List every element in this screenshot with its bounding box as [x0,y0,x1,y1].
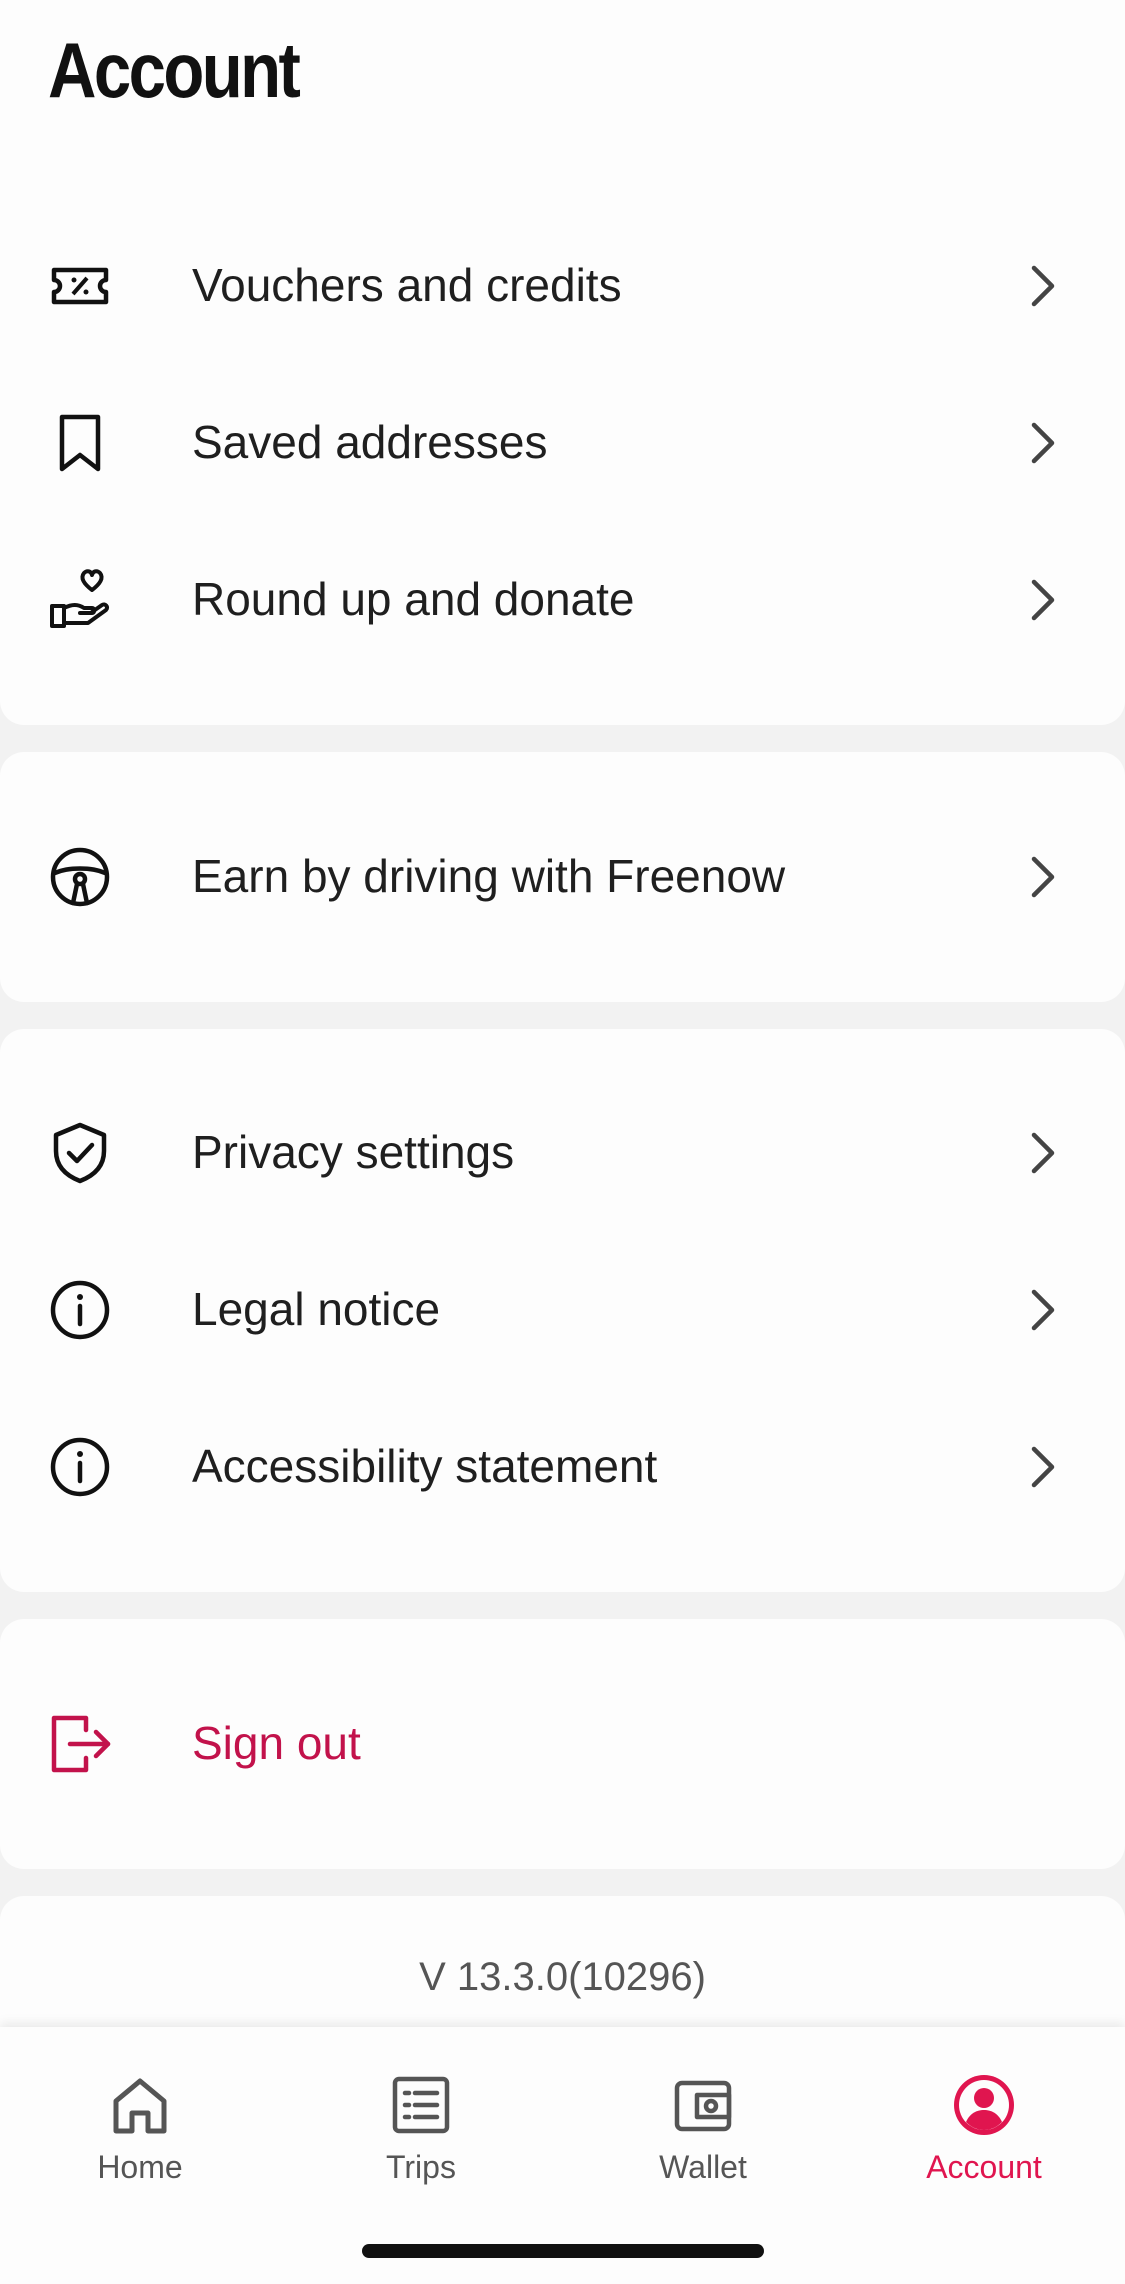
nav-trips[interactable]: Trips [321,2045,521,2195]
menu-item-label: Saved addresses [192,416,548,468]
menu-item-label: Round up and donate [192,573,635,625]
header: Account [0,0,1125,170]
wallet-icon [674,2080,732,2132]
nav-label: Account [926,2149,1042,2185]
menu-item-vouchers[interactable]: Vouchers and credits [0,207,1125,364]
sign-out-label: Sign out [192,1717,361,1769]
home-indicator [362,2244,764,2258]
menu-item-round-up-donate[interactable]: Round up and donate [0,521,1125,678]
menu-item-legal-notice[interactable]: Legal notice [0,1231,1125,1388]
session-section: Sign out [0,1619,1125,1869]
menu-item-label: Accessibility statement [192,1440,658,1492]
chevron-right-icon [1031,1132,1055,1174]
chevron-right-icon [1031,1446,1055,1488]
chevron-right-icon [1031,1289,1055,1331]
page-title: Account [48,26,301,114]
donate-hand-heart-icon [50,569,110,628]
legal-section: Privacy settings Legal notice Accessibil… [0,1029,1125,1592]
menu-item-label: Vouchers and credits [192,259,622,311]
nav-wallet[interactable]: Wallet [603,2045,803,2195]
account-icon [954,2075,1014,2135]
voucher-icon [51,267,109,305]
bookmark-icon [59,414,101,472]
menu-item-accessibility-statement[interactable]: Accessibility statement [0,1388,1125,1545]
menu-item-saved-addresses[interactable]: Saved addresses [0,364,1125,521]
menu-item-earn-driving[interactable]: Earn by driving with Freenow [0,798,1125,955]
nav-home[interactable]: Home [40,2045,240,2195]
info-icon [50,1437,110,1497]
driving-section: Earn by driving with Freenow [0,752,1125,1002]
nav-label: Wallet [659,2149,747,2185]
chevron-right-icon [1031,422,1055,464]
menu-item-label: Legal notice [192,1283,441,1335]
rewards-section: Vouchers and credits Saved addresses Rou… [0,170,1125,725]
menu-item-label: Earn by driving with Freenow [192,850,786,902]
app-version: V 13.3.0(10296) [419,1955,706,1999]
shield-check-icon [53,1122,107,1184]
nav-account[interactable]: Account [884,2045,1084,2195]
nav-label: Trips [386,2149,456,2185]
sign-out-icon [51,1715,111,1773]
menu-item-privacy-settings[interactable]: Privacy settings [0,1074,1125,1231]
nav-label: Home [97,2149,183,2185]
home-icon [113,2078,167,2134]
trips-list-icon [392,2076,450,2134]
chevron-right-icon [1031,265,1055,307]
chevron-right-icon [1031,856,1055,898]
menu-item-label: Privacy settings [192,1126,515,1178]
sign-out-button[interactable]: Sign out [0,1665,1125,1822]
chevron-right-icon [1031,579,1055,621]
info-icon [50,1280,110,1340]
steering-wheel-icon [50,847,110,907]
